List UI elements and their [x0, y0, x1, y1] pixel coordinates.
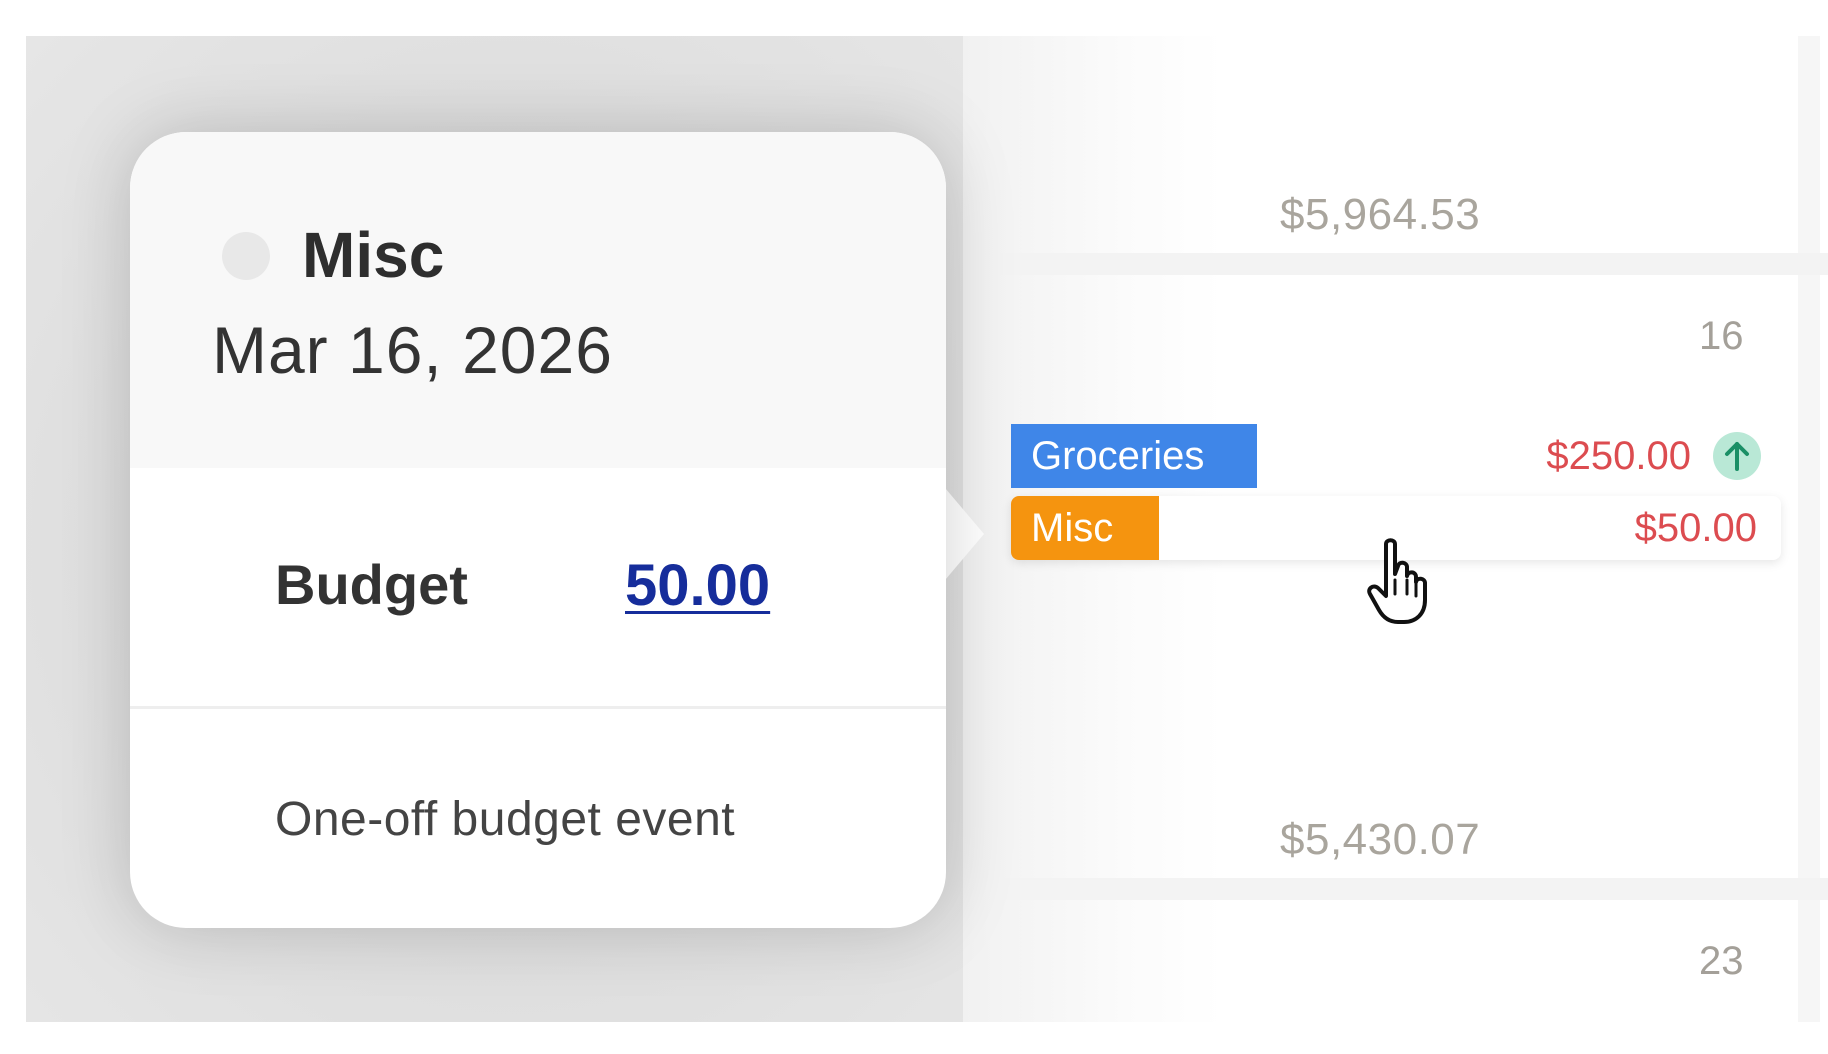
budget-label: Budget	[275, 553, 468, 616]
event-label: Groceries	[1011, 424, 1257, 488]
category-color-dot	[222, 232, 270, 280]
balance-amount: $5,430.07	[1280, 815, 1481, 864]
event-label: Misc	[1011, 496, 1159, 560]
calendar-view: $5,964.53 16 Groceries $250.00 Misc $50.…	[963, 36, 1828, 1022]
popover-date: Mar 16, 2026	[212, 313, 613, 387]
event-amount: $250.00	[1546, 434, 1691, 478]
event-amount: $50.00	[1634, 506, 1757, 550]
balance-amount: $5,964.53	[1280, 190, 1481, 239]
popover-divider	[130, 706, 946, 709]
app-screen: $5,964.53 16 Groceries $250.00 Misc $50.…	[26, 36, 1828, 1022]
event-type-note: One-off budget event	[275, 793, 736, 846]
week-separator	[993, 878, 1828, 900]
week-separator	[993, 253, 1828, 275]
arrow-up-icon[interactable]	[1713, 432, 1761, 480]
hand-cursor-icon	[1367, 538, 1427, 624]
budget-amount-link[interactable]: 50.00	[625, 552, 770, 619]
popover-arrow	[940, 482, 984, 586]
event-groceries[interactable]: Groceries $250.00	[1011, 424, 1761, 488]
day-number[interactable]: 23	[1699, 939, 1744, 984]
day-number[interactable]: 16	[1699, 314, 1744, 359]
popover-title: Misc	[302, 219, 445, 291]
calendar-column-divider	[1798, 36, 1820, 1022]
popover-header: Misc Mar 16, 2026	[130, 132, 946, 468]
event-popover: Misc Mar 16, 2026 Budget 50.00 One-off b…	[130, 132, 946, 928]
